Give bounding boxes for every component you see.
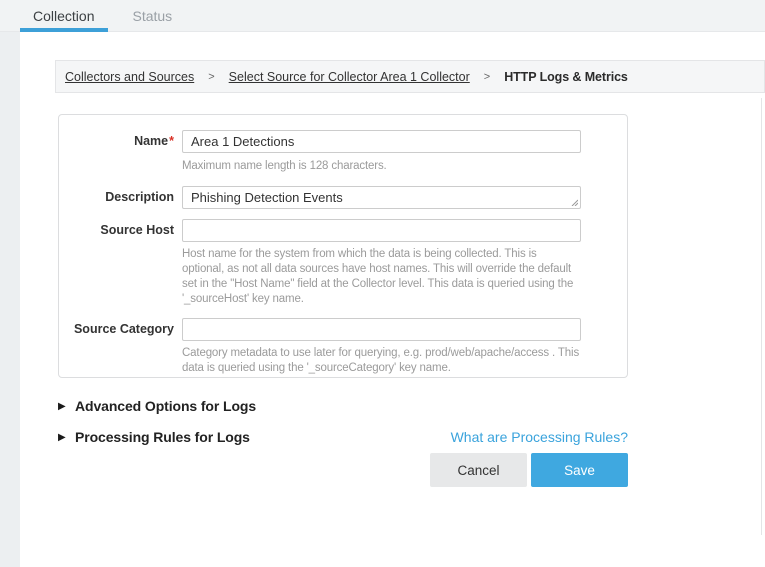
name-row: Name*	[59, 130, 627, 153]
source-category-row: Source Category	[59, 318, 627, 341]
form-actions: Cancel Save	[58, 453, 628, 487]
active-tab-indicator	[20, 28, 108, 32]
breadcrumb: Collectors and Sources > Select Source f…	[55, 60, 765, 93]
description-label: Description	[59, 186, 182, 209]
what-are-processing-rules-link[interactable]: What are Processing Rules?	[451, 429, 628, 445]
processing-rules-toggle[interactable]: ▶ Processing Rules for Logs	[58, 429, 250, 445]
save-button[interactable]: Save	[531, 453, 628, 487]
left-gutter	[0, 32, 20, 567]
resize-handle-icon[interactable]	[570, 198, 578, 206]
description-input[interactable]: Phishing Detection Events	[182, 186, 581, 209]
advanced-options-toggle[interactable]: ▶ Advanced Options for Logs	[58, 398, 256, 414]
tab-bar: Collection Status	[0, 0, 765, 32]
source-host-label: Source Host	[59, 219, 182, 242]
name-label: Name*	[59, 130, 182, 153]
breadcrumb-collectors-and-sources[interactable]: Collectors and Sources	[65, 70, 194, 84]
collapsed-triangle-icon: ▶	[58, 432, 75, 443]
required-asterisk: *	[169, 134, 174, 148]
name-label-text: Name	[134, 134, 168, 148]
source-config-form: Name* Maximum name length is 128 charact…	[58, 114, 628, 378]
helper-line: data is queried using the '_sourceCatego…	[182, 361, 627, 376]
source-host-helper-text: Host name for the system from which the …	[182, 247, 627, 307]
helper-line: Category metadata to use later for query…	[182, 346, 627, 361]
advanced-options-title: Advanced Options for Logs	[75, 398, 256, 414]
name-input[interactable]	[182, 130, 581, 153]
collapsed-triangle-icon: ▶	[58, 401, 75, 412]
helper-line: set in the "Host Name" field at the Coll…	[182, 277, 627, 292]
source-category-label: Source Category	[59, 318, 182, 341]
description-row: Description Phishing Detection Events	[59, 186, 627, 209]
source-host-row: Source Host	[59, 219, 627, 242]
processing-rules-section: ▶ Processing Rules for Logs What are Pro…	[58, 429, 628, 445]
name-helper-text: Maximum name length is 128 characters.	[182, 159, 627, 174]
helper-line: '_sourceHost' key name.	[182, 292, 627, 307]
breadcrumb-select-source[interactable]: Select Source for Collector Area 1 Colle…	[229, 70, 470, 84]
source-category-input[interactable]	[182, 318, 581, 341]
breadcrumb-separator-icon: >	[208, 71, 214, 83]
panel-right-edge	[761, 98, 762, 535]
breadcrumb-separator-icon: >	[484, 71, 490, 83]
tab-collection[interactable]: Collection	[23, 0, 104, 31]
cancel-button[interactable]: Cancel	[430, 453, 527, 487]
advanced-options-section: ▶ Advanced Options for Logs	[58, 398, 628, 414]
breadcrumb-current-page: HTTP Logs & Metrics	[504, 70, 628, 84]
processing-rules-title: Processing Rules for Logs	[75, 429, 250, 445]
helper-line: Host name for the system from which the …	[182, 247, 627, 262]
source-category-helper-text: Category metadata to use later for query…	[182, 346, 627, 376]
tab-status[interactable]: Status	[122, 0, 182, 31]
source-host-input[interactable]	[182, 219, 581, 242]
helper-line: optional, as not all data sources have h…	[182, 262, 627, 277]
